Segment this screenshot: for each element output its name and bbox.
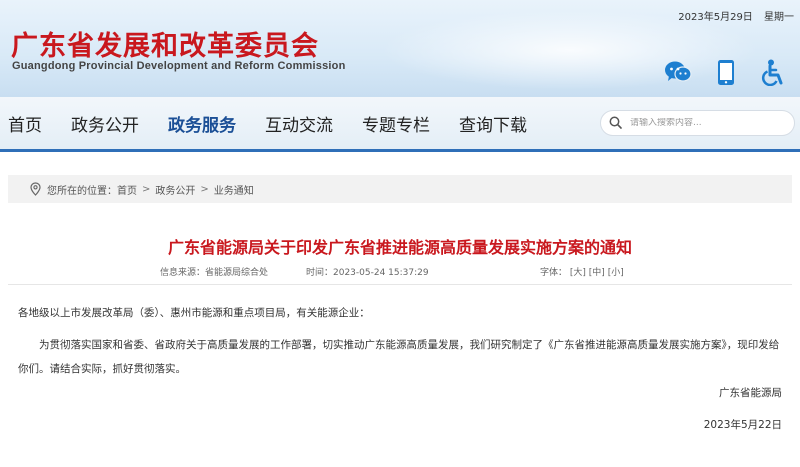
article-divider [8, 284, 792, 285]
article-time: 时间：2023-05-24 15:37:29 [306, 268, 429, 278]
article-sign-date: 2023年5月22日 [703, 419, 782, 431]
site-header: 2023年5月29日 星期一 广东省发展和改革委员会 Guangdong Pro… [0, 0, 800, 97]
breadcrumb-prefix: 您所在的位置： [47, 185, 117, 197]
nav-item-interaction[interactable]: 互动交流 [265, 111, 333, 136]
search-input[interactable] [630, 118, 780, 128]
wechat-icon[interactable] [664, 58, 692, 86]
site-subtitle: Guangdong Provincial Development and Ref… [12, 60, 346, 72]
article-signer: 广东省能源局 [719, 387, 782, 399]
breadcrumb-business-notice[interactable]: 业务通知 [214, 182, 254, 197]
article-body: 各地级以上市发展改革局（委）、惠州市能源和重点项目局，有关能源企业： 为贯彻落实… [18, 301, 782, 381]
weekday-text: 星期一 [764, 12, 794, 23]
date-text: 2023年5月29日 [678, 12, 753, 23]
breadcrumb-home[interactable]: 首页 [117, 182, 137, 197]
nav-item-query-download[interactable]: 查询下载 [459, 111, 527, 136]
nav-item-government-affairs[interactable]: 政务公开 [71, 111, 139, 136]
font-size-label: 字体： [540, 268, 568, 278]
font-size-medium-button[interactable]: [中] [589, 268, 605, 278]
mobile-icon[interactable] [712, 58, 740, 86]
article-salutation: 各地级以上市发展改革局（委）、惠州市能源和重点项目局，有关能源企业： [18, 307, 370, 319]
font-size-controls: 字体： [大] [中] [小] [540, 265, 624, 278]
article-title: 广东省能源局关于印发广东省推进能源高质量发展实施方案的通知 [167, 238, 632, 257]
article-meta: 信息来源：省能源局综合处 时间：2023-05-24 15:37:29 字体： … [0, 265, 800, 279]
nav-item-home[interactable]: 首页 [8, 111, 42, 136]
header-date: 2023年5月29日 星期一 [670, 8, 794, 23]
header-icon-group [664, 58, 788, 86]
breadcrumb-separator: > [200, 183, 209, 195]
article-source: 信息来源：省能源局综合处 [160, 268, 269, 278]
breadcrumb: 您所在的位置： 首页 > 政务公开 > 业务通知 [8, 175, 792, 203]
nav-item-government-services[interactable]: 政务服务 [168, 111, 236, 136]
location-pin-icon [30, 182, 41, 196]
nav-item-special-topics[interactable]: 专题专栏 [362, 111, 430, 136]
accessibility-icon[interactable] [760, 58, 788, 86]
search-box[interactable] [600, 110, 795, 136]
search-icon[interactable] [609, 114, 622, 133]
site-title[interactable]: 广东省发展和改革委员会 [11, 24, 319, 63]
article-paragraph: 为贯彻落实国家和省委、省政府关于高质量发展的工作部署，切实推动广东能源高质量发展… [18, 339, 780, 375]
nav-items: 首页 政务公开 政务服务 互动交流 专题专栏 查询下载 [8, 97, 556, 149]
font-size-small-button[interactable]: [小] [608, 268, 624, 278]
breadcrumb-separator: > [142, 183, 151, 195]
font-size-large-button[interactable]: [大] [570, 268, 586, 278]
breadcrumb-government-affairs[interactable]: 政务公开 [155, 182, 195, 197]
